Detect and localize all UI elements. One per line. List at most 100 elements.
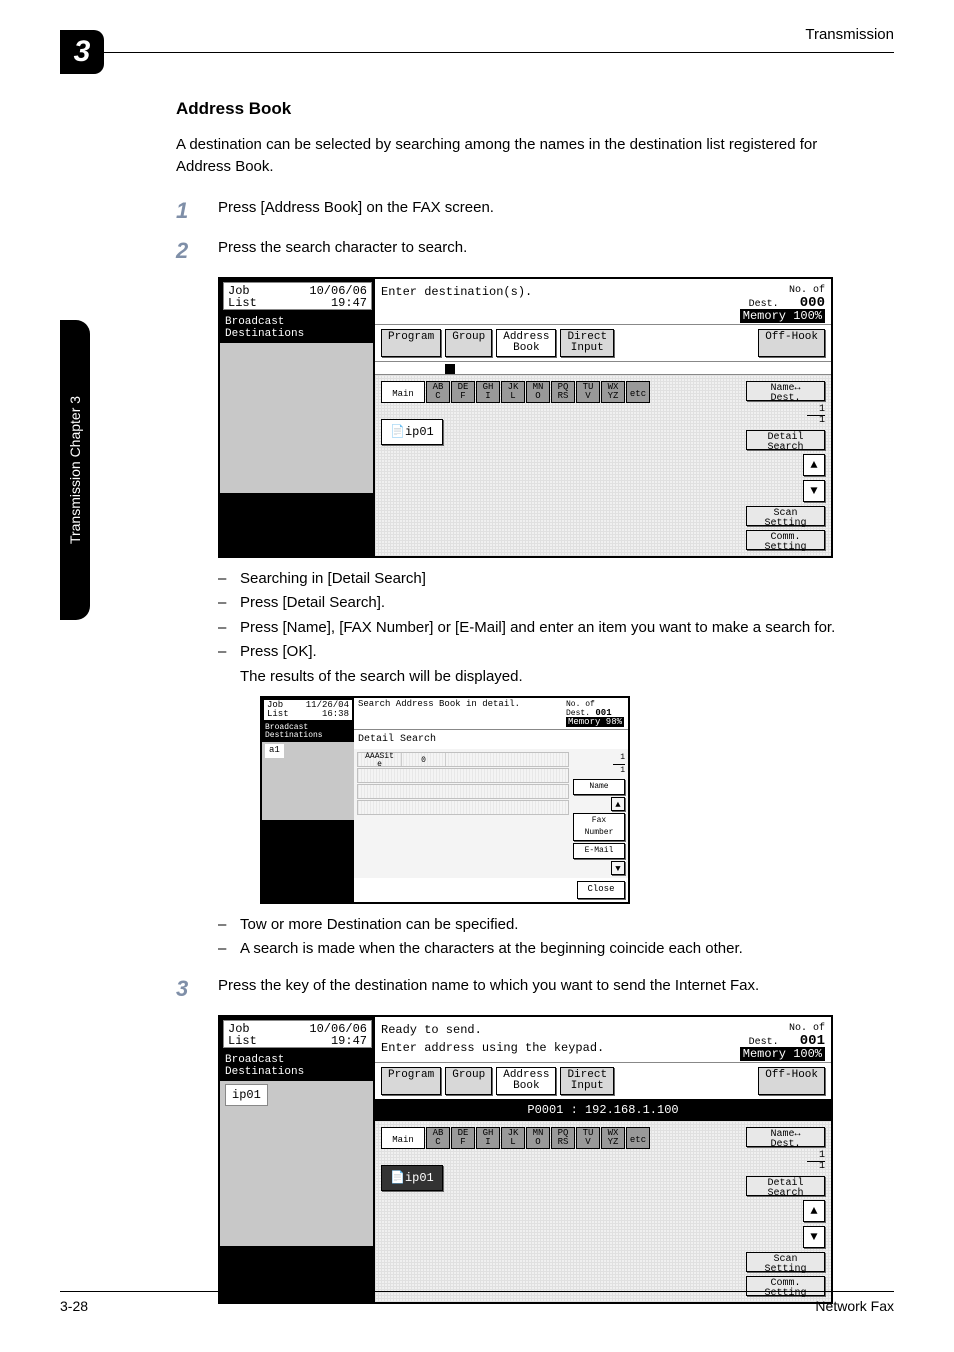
dash-icon: – xyxy=(218,568,240,591)
ds-frac-top: 1 xyxy=(620,753,625,762)
page-frac-bot: 1 xyxy=(746,416,825,426)
dest-entry-ip01-2[interactable]: 📄ip01 xyxy=(381,1165,443,1191)
job-list-date: 10/06/06 19:47 xyxy=(309,285,367,307)
ds-job-date: 11/26/04 16:38 xyxy=(306,701,349,719)
scan-setting-button-2[interactable]: Scan Setting xyxy=(746,1252,825,1272)
ds-cell-2[interactable]: 0 xyxy=(402,753,446,766)
job-list-button-2[interactable]: Job List 10/06/06 19:47 xyxy=(223,1020,372,1048)
side-tab-label: Transmission Chapter 3 xyxy=(67,396,83,544)
tab-etc[interactable]: etc xyxy=(626,381,650,403)
tab-def[interactable]: DE F xyxy=(451,381,475,403)
detail-search-button[interactable]: Detail Search xyxy=(746,430,825,450)
ds-close-button[interactable]: Close xyxy=(577,881,625,899)
sub-5: Tow or more Destination can be specified… xyxy=(240,914,518,937)
memory-label: Memory 100% xyxy=(740,309,825,323)
tab-abc-2[interactable]: AB C xyxy=(426,1127,450,1149)
scan-setting-button[interactable]: Scan Setting xyxy=(746,506,825,526)
prompt-text: Enter destination(s). xyxy=(381,283,532,322)
job-list-label-2: Job List xyxy=(228,1023,257,1045)
off-hook-button[interactable]: Off-Hook xyxy=(758,329,825,357)
group-button[interactable]: Group xyxy=(445,329,492,357)
page-frac-top: 1 xyxy=(746,405,825,415)
dest-list xyxy=(220,343,375,493)
direct-input-button-2[interactable]: Direct Input xyxy=(560,1067,614,1095)
job-list-button[interactable]: Job List 10/06/06 19:47 xyxy=(223,282,372,310)
job-list-label: Job List xyxy=(228,285,257,307)
group-button-2[interactable]: Group xyxy=(445,1067,492,1095)
chapter-tab: 3 xyxy=(60,30,104,74)
dest-entry-label-2: ip01 xyxy=(405,1171,434,1185)
dash-icon: – xyxy=(218,617,240,640)
dash-icon: – xyxy=(218,938,240,961)
tab-etc-2[interactable]: etc xyxy=(626,1127,650,1149)
fax-screen-2: Job List 10/06/06 19:47 Broadcast Destin… xyxy=(218,1015,833,1304)
detail-search-button-2[interactable]: Detail Search xyxy=(746,1176,825,1196)
job-list-date-2: 10/06/06 19:47 xyxy=(309,1023,367,1045)
up-arrow-button-2[interactable]: ▲ xyxy=(803,1200,825,1222)
ds-email-button[interactable]: E-Mail xyxy=(573,843,625,859)
tab-wxyz[interactable]: WX YZ xyxy=(601,381,625,403)
tab-pqrs-2[interactable]: PQ RS xyxy=(551,1127,575,1149)
off-hook-button-2[interactable]: Off-Hook xyxy=(758,1067,825,1095)
ds-down-arrow[interactable]: ▼ xyxy=(611,861,625,875)
sub-1: Searching in [Detail Search] xyxy=(240,568,426,591)
tab-jkl[interactable]: JK L xyxy=(501,381,525,403)
tab-def-2[interactable]: DE F xyxy=(451,1127,475,1149)
footer-title: Network Fax xyxy=(815,1298,894,1314)
tab-ghi[interactable]: GH I xyxy=(476,381,500,403)
detail-search-screen: Job List 11/26/04 16:38 Broadcast Destin… xyxy=(260,696,630,904)
tab-tuv-2[interactable]: TU V xyxy=(576,1127,600,1149)
ds-no-dest-label: No. of Dest. xyxy=(566,700,595,718)
address-book-button[interactable]: Address Book xyxy=(496,329,556,357)
tab-jkl-2[interactable]: JK L xyxy=(501,1127,525,1149)
program-button-2[interactable]: Program xyxy=(381,1067,441,1095)
tab-main-2[interactable]: Main xyxy=(381,1127,425,1149)
name-dest-button[interactable]: Name↔ Dest. xyxy=(746,381,825,401)
up-arrow-button[interactable]: ▲ xyxy=(803,454,825,476)
dest-entry-ip01[interactable]: 📄ip01 xyxy=(381,419,443,445)
comm-setting-button[interactable]: Comm. Setting xyxy=(746,530,825,550)
ds-name-button[interactable]: Name xyxy=(573,779,625,795)
ds-frac-bot: 1 xyxy=(620,766,625,775)
ds-a1-dest[interactable]: a1 xyxy=(265,744,284,758)
dash-icon: – xyxy=(218,641,240,664)
page-frac-top-2: 1 xyxy=(746,1151,825,1161)
sub-4-note: The results of the search will be displa… xyxy=(240,666,874,689)
side-tab: Transmission Chapter 3 xyxy=(60,320,90,620)
page-frac-bot-2: 1 xyxy=(746,1162,825,1172)
progress-marker xyxy=(445,364,455,374)
direct-input-button[interactable]: Direct Input xyxy=(560,329,614,357)
sub-6: A search is made when the characters at … xyxy=(240,938,743,961)
ds-cell-1[interactable]: AAASit e xyxy=(358,753,402,766)
ip-address-row: P0001 : 192.168.1.100 xyxy=(375,1099,831,1121)
broadcast-label: Broadcast Destinations xyxy=(220,313,375,343)
tab-main[interactable]: Main xyxy=(381,381,425,403)
step-2-text: Press the search character to search. xyxy=(218,237,874,260)
ds-prompt: Search Address Book in detail. xyxy=(358,700,520,727)
tab-ghi-2[interactable]: GH I xyxy=(476,1127,500,1149)
down-arrow-button-2[interactable]: ▼ xyxy=(803,1226,825,1248)
down-arrow-button[interactable]: ▼ xyxy=(803,480,825,502)
fax-screen-1: Job List 10/06/06 19:47 Broadcast Destin… xyxy=(218,277,833,558)
dest-list-2: ip01 xyxy=(220,1081,375,1246)
tab-mno-2[interactable]: MN O xyxy=(526,1127,550,1149)
ds-up-arrow[interactable]: ▲ xyxy=(611,797,625,811)
tab-wxyz-2[interactable]: WX YZ xyxy=(601,1127,625,1149)
ds-memory: Memory 98% xyxy=(566,717,624,727)
tab-abc[interactable]: AB C xyxy=(426,381,450,403)
step-1-text: Press [Address Book] on the FAX screen. xyxy=(218,197,874,223)
tab-mno[interactable]: MN O xyxy=(526,381,550,403)
tab-tuv[interactable]: TU V xyxy=(576,381,600,403)
dash-icon: – xyxy=(218,592,240,615)
ds-fax-button[interactable]: Fax Number xyxy=(573,813,625,841)
dest-ip01[interactable]: ip01 xyxy=(225,1084,268,1106)
ds-job-list[interactable]: Job List 11/26/04 16:38 xyxy=(264,700,352,720)
address-book-button-2[interactable]: Address Book xyxy=(496,1067,556,1095)
prompt-2: Enter address using the keypad. xyxy=(381,1041,604,1055)
program-button[interactable]: Program xyxy=(381,329,441,357)
heading-address-book: Address Book xyxy=(176,96,874,122)
step-3-text: Press the key of the destination name to… xyxy=(218,975,874,1001)
name-dest-button-2[interactable]: Name↔ Dest. xyxy=(746,1127,825,1147)
tab-pqrs[interactable]: PQ RS xyxy=(551,381,575,403)
sub-2: Press [Detail Search]. xyxy=(240,592,385,615)
